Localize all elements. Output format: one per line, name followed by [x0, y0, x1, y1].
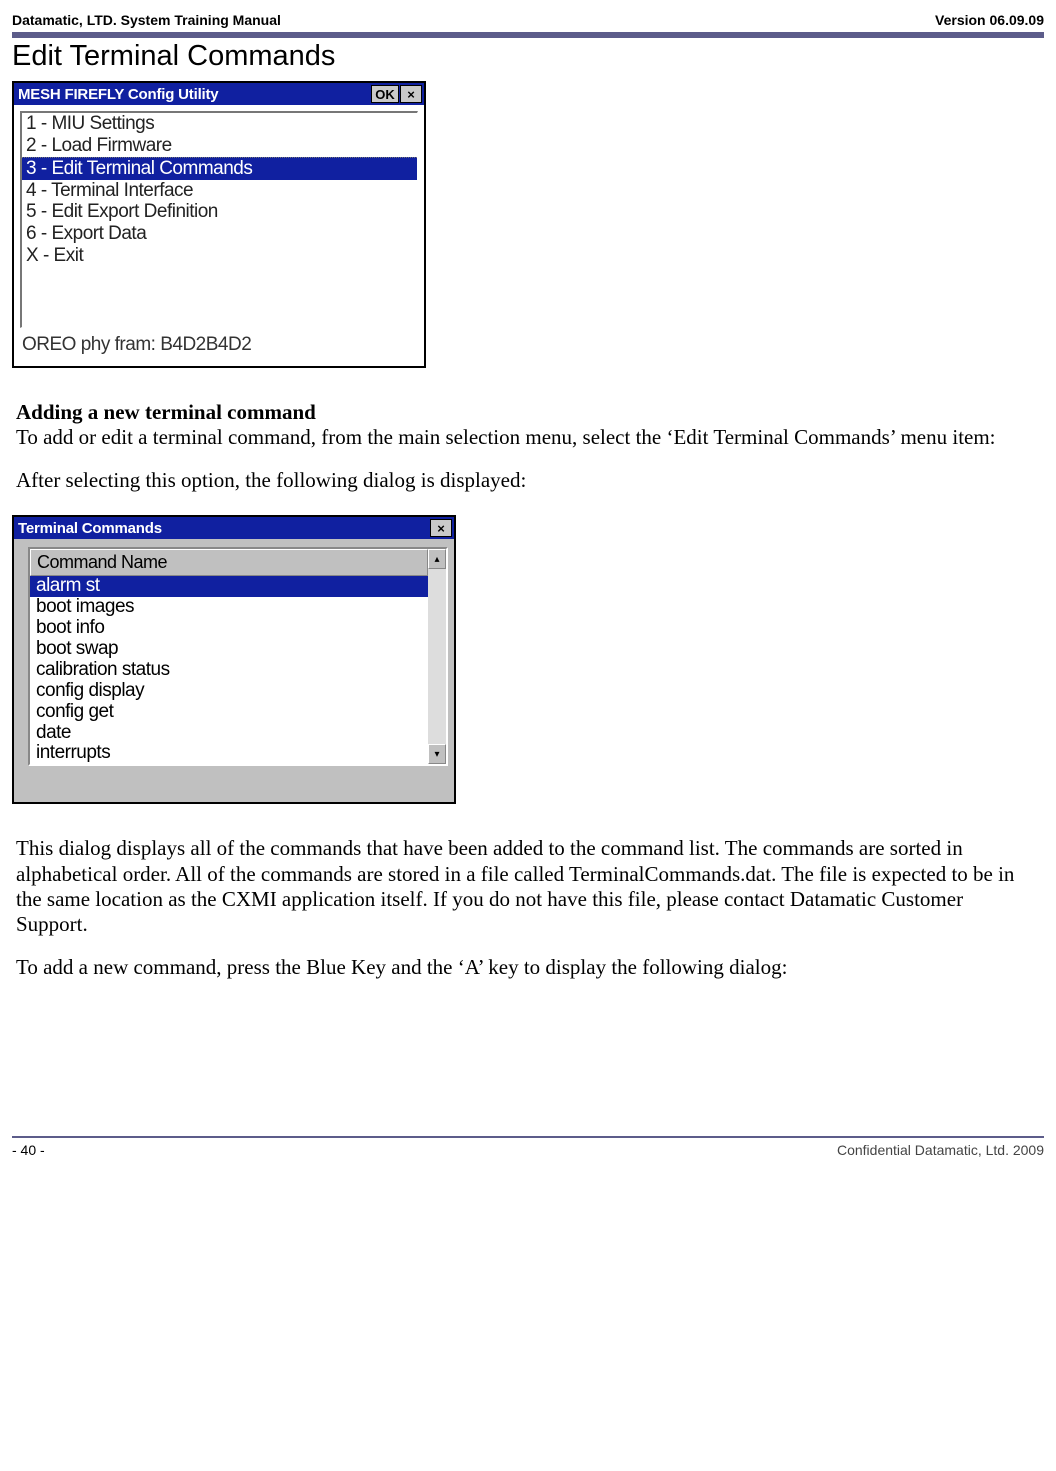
menu-item[interactable]: 2 - Load Firmware: [22, 135, 417, 157]
window-titlebar: Terminal Commands ×: [14, 517, 454, 539]
menu-item[interactable]: 4 - Terminal Interface: [22, 180, 417, 202]
page-header: Datamatic, LTD. System Training Manual V…: [12, 12, 1044, 32]
header-rule: [12, 32, 1044, 38]
menu-item[interactable]: X - Exit: [22, 245, 417, 267]
list-item[interactable]: boot swap: [30, 639, 428, 660]
window-titlebar: MESH FIREFLY Config Utility OK ×: [14, 83, 424, 105]
config-utility-window: MESH FIREFLY Config Utility OK × 1 - MIU…: [12, 81, 426, 368]
menu-item[interactable]: 6 - Export Data: [22, 223, 417, 245]
list-item[interactable]: boot info: [30, 618, 428, 639]
list-item[interactable]: boot images: [30, 597, 428, 618]
paragraph: To add a new command, press the Blue Key…: [16, 955, 1040, 980]
close-button[interactable]: ×: [400, 85, 422, 103]
paragraph: This dialog displays all of the commands…: [16, 836, 1040, 937]
menu-blank: [22, 267, 417, 327]
header-right: Version 06.09.09: [935, 12, 1044, 28]
page-footer: - 40 - Confidential Datamatic, Ltd. 2009: [12, 1138, 1044, 1158]
scroll-track[interactable]: [428, 569, 446, 744]
paragraph: To add or edit a terminal command, from …: [16, 425, 1040, 450]
list-item[interactable]: interrupts: [30, 743, 428, 764]
menu-item[interactable]: 1 - MIU Settings: [22, 113, 417, 135]
list-item[interactable]: date: [30, 723, 428, 744]
status-text: OREO phy fram: B4D2B4D2: [20, 328, 418, 358]
footer-confidential: Confidential Datamatic, Ltd. 2009: [837, 1142, 1044, 1158]
menu-item[interactable]: 5 - Edit Export Definition: [22, 201, 417, 223]
paragraph: After selecting this option, the followi…: [16, 468, 1040, 493]
scrollbar[interactable]: ▴ ▾: [428, 549, 446, 764]
list-item[interactable]: config display: [30, 681, 428, 702]
close-button[interactable]: ×: [430, 519, 452, 537]
column-header[interactable]: Command Name: [30, 549, 428, 576]
list-item[interactable]: calibration status: [30, 660, 428, 681]
footer-page-number: - 40 -: [12, 1142, 45, 1158]
header-left: Datamatic, LTD. System Training Manual: [12, 12, 281, 28]
terminal-commands-window: Terminal Commands × Command Name alarm s…: [12, 515, 456, 804]
window-title: MESH FIREFLY Config Utility: [18, 86, 370, 103]
ok-button[interactable]: OK: [371, 85, 399, 103]
scroll-down-icon[interactable]: ▾: [428, 744, 446, 764]
window-title: Terminal Commands: [18, 520, 429, 537]
section-title: Edit Terminal Commands: [12, 40, 1044, 73]
subheading: Adding a new terminal command: [16, 400, 1040, 425]
scroll-up-icon[interactable]: ▴: [428, 549, 446, 569]
menu-item[interactable]: 3 - Edit Terminal Commands: [22, 157, 417, 180]
list-item[interactable]: alarm st: [30, 576, 428, 597]
list-item[interactable]: config get: [30, 702, 428, 723]
